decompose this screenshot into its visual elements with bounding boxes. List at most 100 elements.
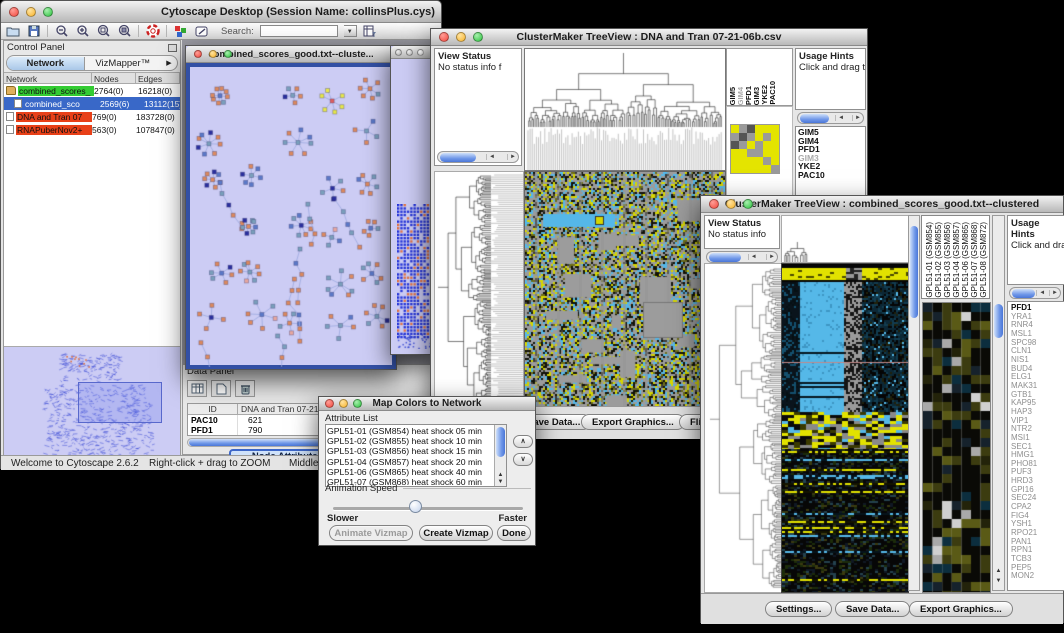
attribute-list-scrollbar[interactable]: ▲▼ bbox=[494, 425, 506, 486]
save-data-button[interactable]: Save Data... bbox=[835, 601, 910, 617]
new-attribute-icon[interactable] bbox=[211, 380, 231, 397]
zoom-selected-button[interactable] bbox=[117, 24, 132, 38]
move-down-button[interactable]: ∨ bbox=[513, 453, 533, 466]
gene-label[interactable]: MON2 bbox=[1011, 572, 1064, 581]
zoom-icon[interactable] bbox=[743, 199, 753, 209]
col-nodes[interactable]: Nodes bbox=[92, 73, 136, 83]
minimize-icon[interactable] bbox=[209, 50, 217, 58]
minimize-icon[interactable] bbox=[26, 7, 36, 17]
filter-table-button[interactable] bbox=[363, 24, 378, 38]
treeview1-heatmap[interactable] bbox=[524, 171, 726, 408]
help-lifering-icon[interactable] bbox=[145, 24, 160, 38]
settings-button[interactable]: Settings... bbox=[765, 601, 832, 617]
main-titlebar[interactable]: Cytoscape Desktop (Session Name: collins… bbox=[1, 1, 441, 23]
mini-heatmap-cell bbox=[755, 125, 763, 133]
attribute-list-item[interactable]: GPL51-04 (GSM857) heat shock 20 min bbox=[327, 457, 493, 467]
column-label: GPL51-04 (GSM857) bbox=[952, 222, 961, 298]
grid-network-titlebar[interactable] bbox=[391, 46, 434, 59]
mini-heatmap-cell bbox=[771, 157, 779, 165]
search-dropdown-icon[interactable]: ▼ bbox=[344, 25, 357, 37]
mini-heatmap-cell bbox=[763, 133, 771, 141]
close-icon[interactable] bbox=[9, 7, 19, 17]
zoom-icon[interactable] bbox=[473, 32, 483, 42]
zoom-in-button[interactable] bbox=[75, 24, 90, 38]
heatmap-vscrollbar[interactable] bbox=[908, 215, 920, 591]
col-network[interactable]: Network bbox=[4, 73, 92, 83]
delete-attribute-trash-icon[interactable] bbox=[235, 380, 255, 397]
scroll-up-icon[interactable]: ▲ bbox=[993, 568, 1004, 574]
network-view-titlebar[interactable]: combined_scores_good.txt--cluste... bbox=[186, 46, 396, 63]
zoom-out-button[interactable] bbox=[54, 24, 69, 38]
minimize-icon[interactable] bbox=[406, 49, 413, 56]
col-edges[interactable]: Edges bbox=[136, 73, 180, 83]
zoom-icon[interactable] bbox=[353, 399, 362, 408]
treeview2-titlebar[interactable]: ClusterMaker TreeView : combined_scores_… bbox=[701, 196, 1063, 213]
vizmapper-button[interactable] bbox=[173, 24, 188, 38]
close-icon[interactable] bbox=[194, 50, 202, 58]
animate-vizmap-button[interactable]: Animate Vizmap bbox=[329, 525, 413, 541]
scroll-up-icon[interactable]: ▲ bbox=[495, 472, 506, 478]
network-overview-thumbnail[interactable] bbox=[4, 347, 180, 458]
close-icon[interactable] bbox=[709, 199, 719, 209]
animation-speed-slider[interactable] bbox=[333, 507, 523, 510]
attribute-list-item[interactable]: GPL51-03 (GSM856) heat shock 15 min bbox=[327, 446, 493, 456]
overview-viewport-rect[interactable] bbox=[78, 382, 162, 423]
row-dendrogram[interactable] bbox=[434, 171, 524, 408]
select-attributes-icon[interactable] bbox=[187, 380, 207, 397]
usage-hints-text: Click and drag to bbox=[796, 62, 865, 73]
minimize-icon[interactable] bbox=[726, 199, 736, 209]
tab-network[interactable]: Network bbox=[7, 57, 85, 70]
network-tree-row[interactable]: DNA and Tran 07769(0)183728(0) bbox=[4, 110, 180, 123]
attribute-list-item[interactable]: GPL51-06 (GSM865) heat shock 40 min bbox=[327, 467, 493, 477]
tab-overflow-arrow-icon[interactable]: ▶ bbox=[161, 58, 177, 68]
usage-hints-scrollbar[interactable]: ◄► bbox=[1009, 287, 1061, 299]
save-button[interactable] bbox=[26, 24, 41, 38]
minimize-icon[interactable] bbox=[456, 32, 466, 42]
genelist-vscrollbar[interactable]: ▲▼ bbox=[992, 215, 1005, 591]
network-graph-canvas[interactable] bbox=[190, 67, 394, 367]
export-graphics-button[interactable]: Export Graphics... bbox=[581, 414, 685, 430]
zoom-icon[interactable] bbox=[417, 49, 424, 56]
desktop: Cytoscape Desktop (Session Name: collins… bbox=[0, 0, 1064, 633]
col-id[interactable]: ID bbox=[188, 404, 238, 414]
treeview2-heatmap[interactable] bbox=[781, 263, 909, 593]
close-icon[interactable] bbox=[439, 32, 449, 42]
done-button[interactable]: Done bbox=[497, 525, 531, 541]
minimize-icon[interactable] bbox=[339, 399, 348, 408]
dialog-titlebar[interactable]: Map Colors to Network bbox=[319, 397, 535, 411]
zoom-icon[interactable] bbox=[224, 50, 232, 58]
search-input[interactable] bbox=[260, 25, 338, 37]
close-icon[interactable] bbox=[395, 49, 402, 56]
gene-label-list[interactable]: PFD1YRA1RNR4MSL1SPC98CLN1NIS1BUD4ELG1MAK… bbox=[1007, 301, 1064, 591]
attribute-list-item[interactable]: GPL51-01 (GSM854) heat shock 05 min bbox=[327, 426, 493, 436]
annotation-button[interactable] bbox=[194, 24, 209, 38]
zoom-fit-button[interactable] bbox=[96, 24, 111, 38]
view-status-text: No status info bbox=[705, 229, 779, 240]
move-up-button[interactable]: ∧ bbox=[513, 435, 533, 448]
create-vizmap-button[interactable]: Create Vizmap bbox=[419, 525, 493, 541]
zoom-icon[interactable] bbox=[43, 7, 53, 17]
attribute-list-item[interactable]: GPL51-02 (GSM855) heat shock 10 min bbox=[327, 436, 493, 446]
tab-vizmapper[interactable]: VizMapper™ bbox=[85, 57, 162, 70]
open-file-button[interactable] bbox=[5, 24, 20, 38]
grid-network-canvas[interactable] bbox=[397, 204, 434, 349]
slider-thumb[interactable] bbox=[409, 500, 422, 513]
window-controls[interactable] bbox=[9, 7, 53, 17]
float-panel-icon[interactable] bbox=[168, 44, 177, 52]
view-status-scrollbar[interactable]: ◄► bbox=[437, 151, 519, 163]
network-tree-row[interactable]: combined_sco2569(6)13112(15) bbox=[4, 97, 180, 110]
close-icon[interactable] bbox=[325, 399, 334, 408]
row-dendrogram[interactable] bbox=[704, 263, 782, 593]
view-status-scrollbar[interactable]: ◄► bbox=[706, 251, 778, 263]
mini-correlation-heatmap[interactable] bbox=[730, 124, 780, 174]
treeview1-titlebar[interactable]: ClusterMaker TreeView : DNA and Tran 07-… bbox=[431, 29, 867, 46]
column-dendrogram[interactable] bbox=[524, 48, 726, 171]
network-tree-row[interactable]: RNAPuberNov2+563(0)107847(0) bbox=[4, 123, 180, 136]
usage-hints-scrollbar[interactable]: ◄► bbox=[797, 112, 864, 124]
zoomed-heatmap[interactable] bbox=[922, 302, 991, 593]
export-graphics-button[interactable]: Export Graphics... bbox=[909, 601, 1013, 617]
scroll-down-icon[interactable]: ▼ bbox=[993, 578, 1004, 584]
column-dendrogram[interactable] bbox=[781, 215, 909, 263]
control-panel-title: Control Panel bbox=[7, 42, 65, 53]
network-tree-row[interactable]: combined_scores_2764(0)16218(0) bbox=[4, 84, 180, 97]
